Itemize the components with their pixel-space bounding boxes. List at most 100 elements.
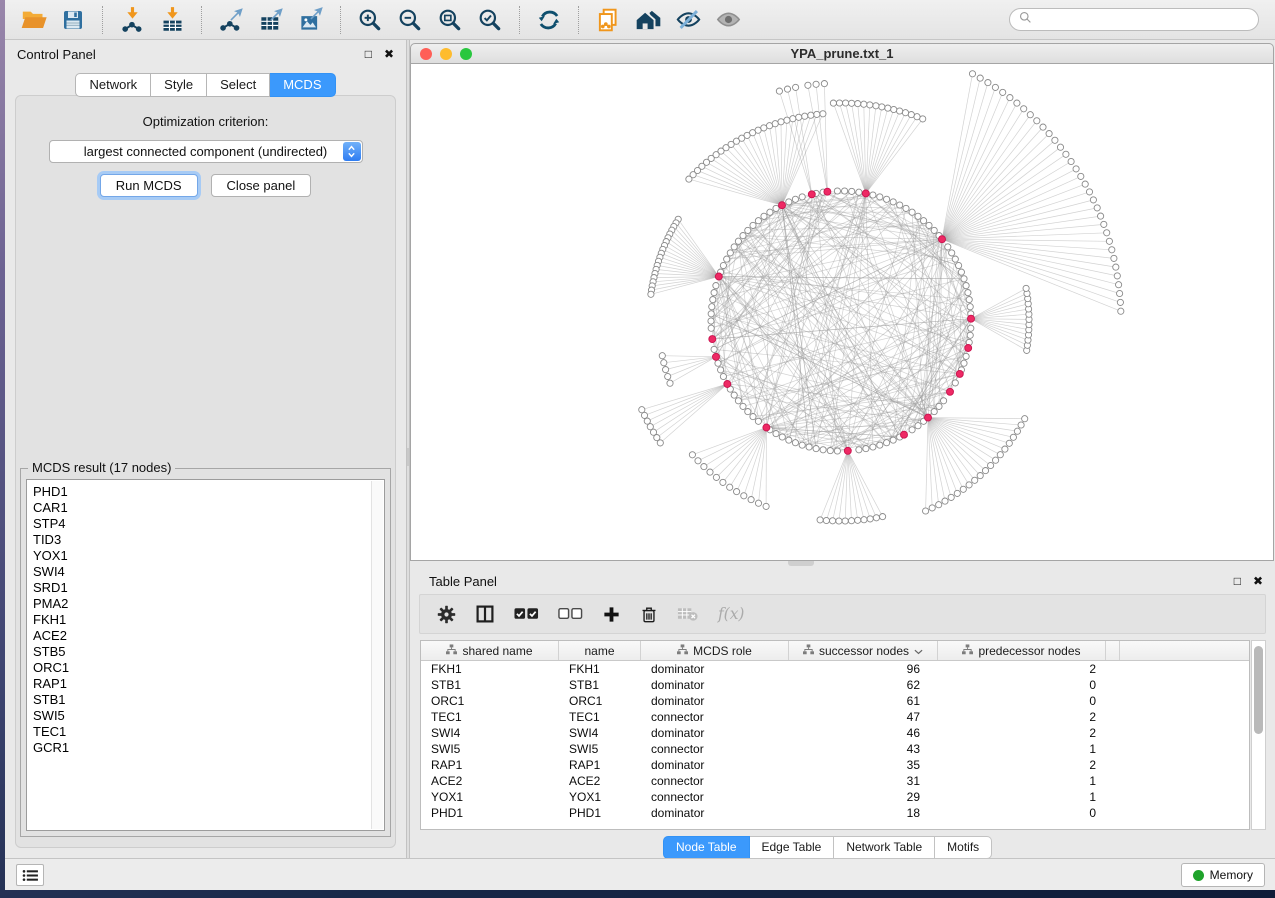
optimization-criterion-dropdown[interactable]: largest connected component (undirected) (49, 140, 363, 163)
mcds-result-item[interactable]: FKH1 (27, 612, 384, 628)
export-network-icon[interactable] (213, 4, 249, 36)
hide-panels-icon[interactable] (670, 4, 706, 36)
select-all-checkboxes-icon[interactable] (514, 607, 539, 621)
column-type-icon (677, 644, 688, 658)
mcds-result-item[interactable]: TID3 (27, 532, 384, 548)
control-panel-tabs: NetworkStyleSelectMCDS (5, 73, 406, 97)
first-neighbors-icon[interactable] (630, 4, 666, 36)
search-box[interactable] (1009, 8, 1259, 31)
import-network-icon[interactable] (114, 4, 150, 36)
table-row[interactable]: TEC1TEC1connector472 (421, 709, 1249, 725)
network-window-titlebar[interactable]: YPA_prune.txt_1 (410, 43, 1274, 64)
table-panel: Table Panel □ ✖ f(x) shared namenameMCDS… (410, 567, 1275, 858)
refresh-view-icon[interactable] (531, 4, 567, 36)
float-panel-icon[interactable]: □ (365, 48, 372, 60)
tab-motifs[interactable]: Motifs (935, 836, 992, 859)
table-type-tabs: Node TableEdge TableNetwork TableMotifs (663, 836, 992, 859)
table-settings-icon[interactable] (437, 605, 456, 624)
task-history-icon[interactable] (16, 864, 44, 886)
export-table-icon[interactable] (253, 4, 289, 36)
table-row[interactable]: PHD1PHD1dominator180 (421, 805, 1249, 821)
toolbar-separator (519, 6, 520, 34)
mcds-result-item[interactable]: SWI4 (27, 564, 384, 580)
table-row[interactable]: SWI5SWI5connector431 (421, 741, 1249, 757)
column-header-MCDS-role[interactable]: MCDS role (641, 641, 789, 660)
mcds-result-item[interactable]: ORC1 (27, 660, 384, 676)
table-row[interactable]: STB1STB1dominator620 (421, 677, 1249, 693)
control-panel-title: Control Panel (17, 47, 96, 62)
network-canvas[interactable] (411, 64, 1272, 559)
table-scrollbar[interactable] (1251, 640, 1266, 830)
close-panel-icon[interactable]: ✖ (1253, 575, 1263, 587)
table-row[interactable]: FKH1FKH1dominator962 (421, 661, 1249, 677)
import-table-icon[interactable] (154, 4, 190, 36)
toolbar-separator (102, 6, 103, 34)
open-file-icon[interactable] (15, 4, 51, 36)
mcds-result-item[interactable]: YOX1 (27, 548, 384, 564)
close-panel-button[interactable]: Close panel (211, 174, 312, 197)
scrollbar-thumb[interactable] (1254, 646, 1263, 734)
control-panel: Control Panel □ ✖ NetworkStyleSelectMCDS… (5, 40, 406, 858)
mcds-result-list[interactable]: PHD1CAR1STP4TID3YOX1SWI4SRD1PMA2FKH1ACE2… (26, 479, 385, 831)
network-view[interactable] (410, 64, 1274, 561)
mcds-result-item[interactable]: SWI5 (27, 708, 384, 724)
tab-select[interactable]: Select (207, 73, 270, 97)
save-session-icon[interactable] (55, 4, 91, 36)
toolbar-separator (340, 6, 341, 34)
column-header-predecessor-nodes[interactable]: predecessor nodes (938, 641, 1106, 660)
table-row[interactable]: RAP1RAP1dominator352 (421, 757, 1249, 773)
zoom-in-icon[interactable] (352, 4, 388, 36)
zoom-fit-icon[interactable] (432, 4, 468, 36)
mcds-result-item[interactable]: STB5 (27, 644, 384, 660)
mcds-result-item[interactable]: STP4 (27, 516, 384, 532)
tab-network[interactable]: Network (75, 73, 151, 97)
column-type-icon (446, 644, 457, 658)
table-row[interactable]: SWI4SWI4dominator462 (421, 725, 1249, 741)
column-header-successor-nodes[interactable]: successor nodes (789, 641, 938, 660)
memory-button[interactable]: Memory (1181, 863, 1265, 887)
mcds-result-item[interactable]: GCR1 (27, 740, 384, 756)
network-ring-nodes[interactable] (639, 71, 1124, 524)
splitter-handle[interactable] (407, 448, 409, 466)
result-list-scrollbar[interactable] (371, 481, 383, 829)
splitter-handle[interactable] (788, 561, 814, 566)
deselect-checkboxes-icon[interactable] (558, 607, 583, 621)
tab-network-table[interactable]: Network Table (834, 836, 935, 859)
mcds-result-item[interactable]: STB1 (27, 692, 384, 708)
network-window: YPA_prune.txt_1 (410, 43, 1274, 561)
zoom-out-icon[interactable] (392, 4, 428, 36)
tab-node-table[interactable]: Node Table (663, 836, 750, 859)
mcds-result-item[interactable]: SRD1 (27, 580, 384, 596)
add-row-icon[interactable] (602, 605, 621, 624)
mcds-result-item[interactable]: PHD1 (27, 484, 384, 500)
tab-edge-table[interactable]: Edge Table (750, 836, 835, 859)
tab-style[interactable]: Style (151, 73, 207, 97)
mcds-result-item[interactable]: TEC1 (27, 724, 384, 740)
close-panel-icon[interactable]: ✖ (384, 48, 394, 60)
zoom-selected-icon[interactable] (472, 4, 508, 36)
show-panels-icon[interactable] (710, 4, 746, 36)
show-columns-icon[interactable] (475, 604, 495, 624)
optimization-criterion-label: Optimization criterion: (16, 114, 395, 129)
float-panel-icon[interactable]: □ (1234, 575, 1241, 587)
run-mcds-button[interactable]: Run MCDS (100, 174, 198, 197)
column-header-name[interactable]: name (559, 641, 641, 660)
status-bar: Memory (5, 858, 1275, 890)
mcds-result-item[interactable]: PMA2 (27, 596, 384, 612)
application-window: Control Panel □ ✖ NetworkStyleSelectMCDS… (5, 0, 1275, 890)
table-row[interactable]: ACE2ACE2connector311 (421, 773, 1249, 789)
column-header-shared-name[interactable]: shared name (421, 641, 559, 660)
table-row[interactable]: YOX1YOX1connector291 (421, 789, 1249, 805)
export-image-icon[interactable] (293, 4, 329, 36)
dropdown-stepper-icon (343, 142, 361, 161)
delete-row-icon[interactable] (640, 605, 658, 624)
search-input[interactable] (1037, 13, 1249, 27)
mcds-result-item[interactable]: CAR1 (27, 500, 384, 516)
table-row[interactable]: ORC1ORC1dominator610 (421, 693, 1249, 709)
table-body: FKH1FKH1dominator962STB1STB1dominator620… (421, 661, 1249, 821)
mcds-result-item[interactable]: ACE2 (27, 628, 384, 644)
clone-network-icon[interactable] (590, 4, 626, 36)
mcds-result-item[interactable]: RAP1 (27, 676, 384, 692)
tab-mcds[interactable]: MCDS (270, 73, 335, 97)
toolbar-separator (201, 6, 202, 34)
